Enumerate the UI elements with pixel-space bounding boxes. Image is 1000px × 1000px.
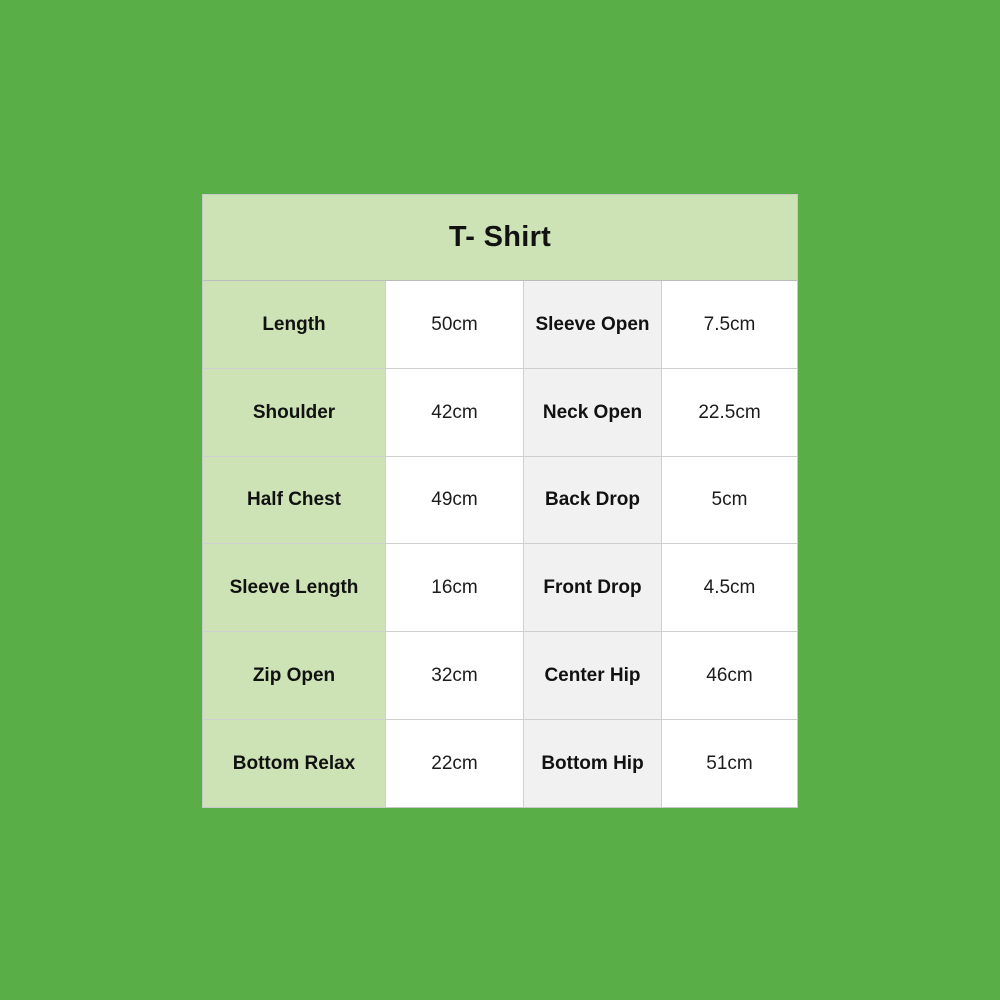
measurement-label-left: Length <box>203 281 386 368</box>
measurement-value-left: 50cm <box>386 281 524 368</box>
table-row: Zip Open 32cm Center Hip 46cm <box>203 632 797 721</box>
measurement-label-left: Zip Open <box>203 632 386 720</box>
measurement-label-left: Bottom Relax <box>203 720 386 807</box>
measurement-value-right: 46cm <box>662 632 797 720</box>
measurement-label-left: Shoulder <box>203 368 386 456</box>
measurement-value-right: 51cm <box>662 720 797 807</box>
measurement-value-left: 49cm <box>386 456 524 544</box>
measurement-label-right: Neck Open <box>524 368 662 456</box>
size-chart-card: T- Shirt Length 50cm Sleeve Open 7.5cm S… <box>202 194 798 808</box>
measurement-value-left: 32cm <box>386 632 524 720</box>
page-title: T- Shirt <box>448 221 552 253</box>
measurement-label-right: Sleeve Open <box>524 281 662 368</box>
measurement-value-left: 42cm <box>386 368 524 456</box>
measurement-label-right: Back Drop <box>524 456 662 544</box>
table-row: Sleeve Length 16cm Front Drop 4.5cm <box>203 544 797 633</box>
measurement-value-left: 16cm <box>386 544 524 632</box>
measurement-value-left: 22cm <box>386 720 524 807</box>
measurement-value-right: 4.5cm <box>662 544 797 632</box>
table-row: Shoulder 42cm Neck Open 22.5cm <box>203 368 797 457</box>
measurement-label-right: Center Hip <box>524 632 662 720</box>
size-chart-header: T- Shirt <box>203 195 797 281</box>
measurement-label-left: Half Chest <box>203 456 386 544</box>
measurement-label-left: Sleeve Length <box>203 544 386 632</box>
table-row: Bottom Relax 22cm Bottom Hip 51cm <box>203 720 797 807</box>
size-chart-table-body: Length 50cm Sleeve Open 7.5cm Shoulder 4… <box>203 281 797 807</box>
table-row: Length 50cm Sleeve Open 7.5cm <box>203 281 797 369</box>
measurement-label-right: Bottom Hip <box>524 720 662 807</box>
measurement-label-right: Front Drop <box>524 544 662 632</box>
measurement-value-right: 22.5cm <box>662 368 797 456</box>
measurement-value-right: 7.5cm <box>662 281 797 368</box>
measurement-value-right: 5cm <box>662 456 797 544</box>
table-row: Half Chest 49cm Back Drop 5cm <box>203 456 797 545</box>
